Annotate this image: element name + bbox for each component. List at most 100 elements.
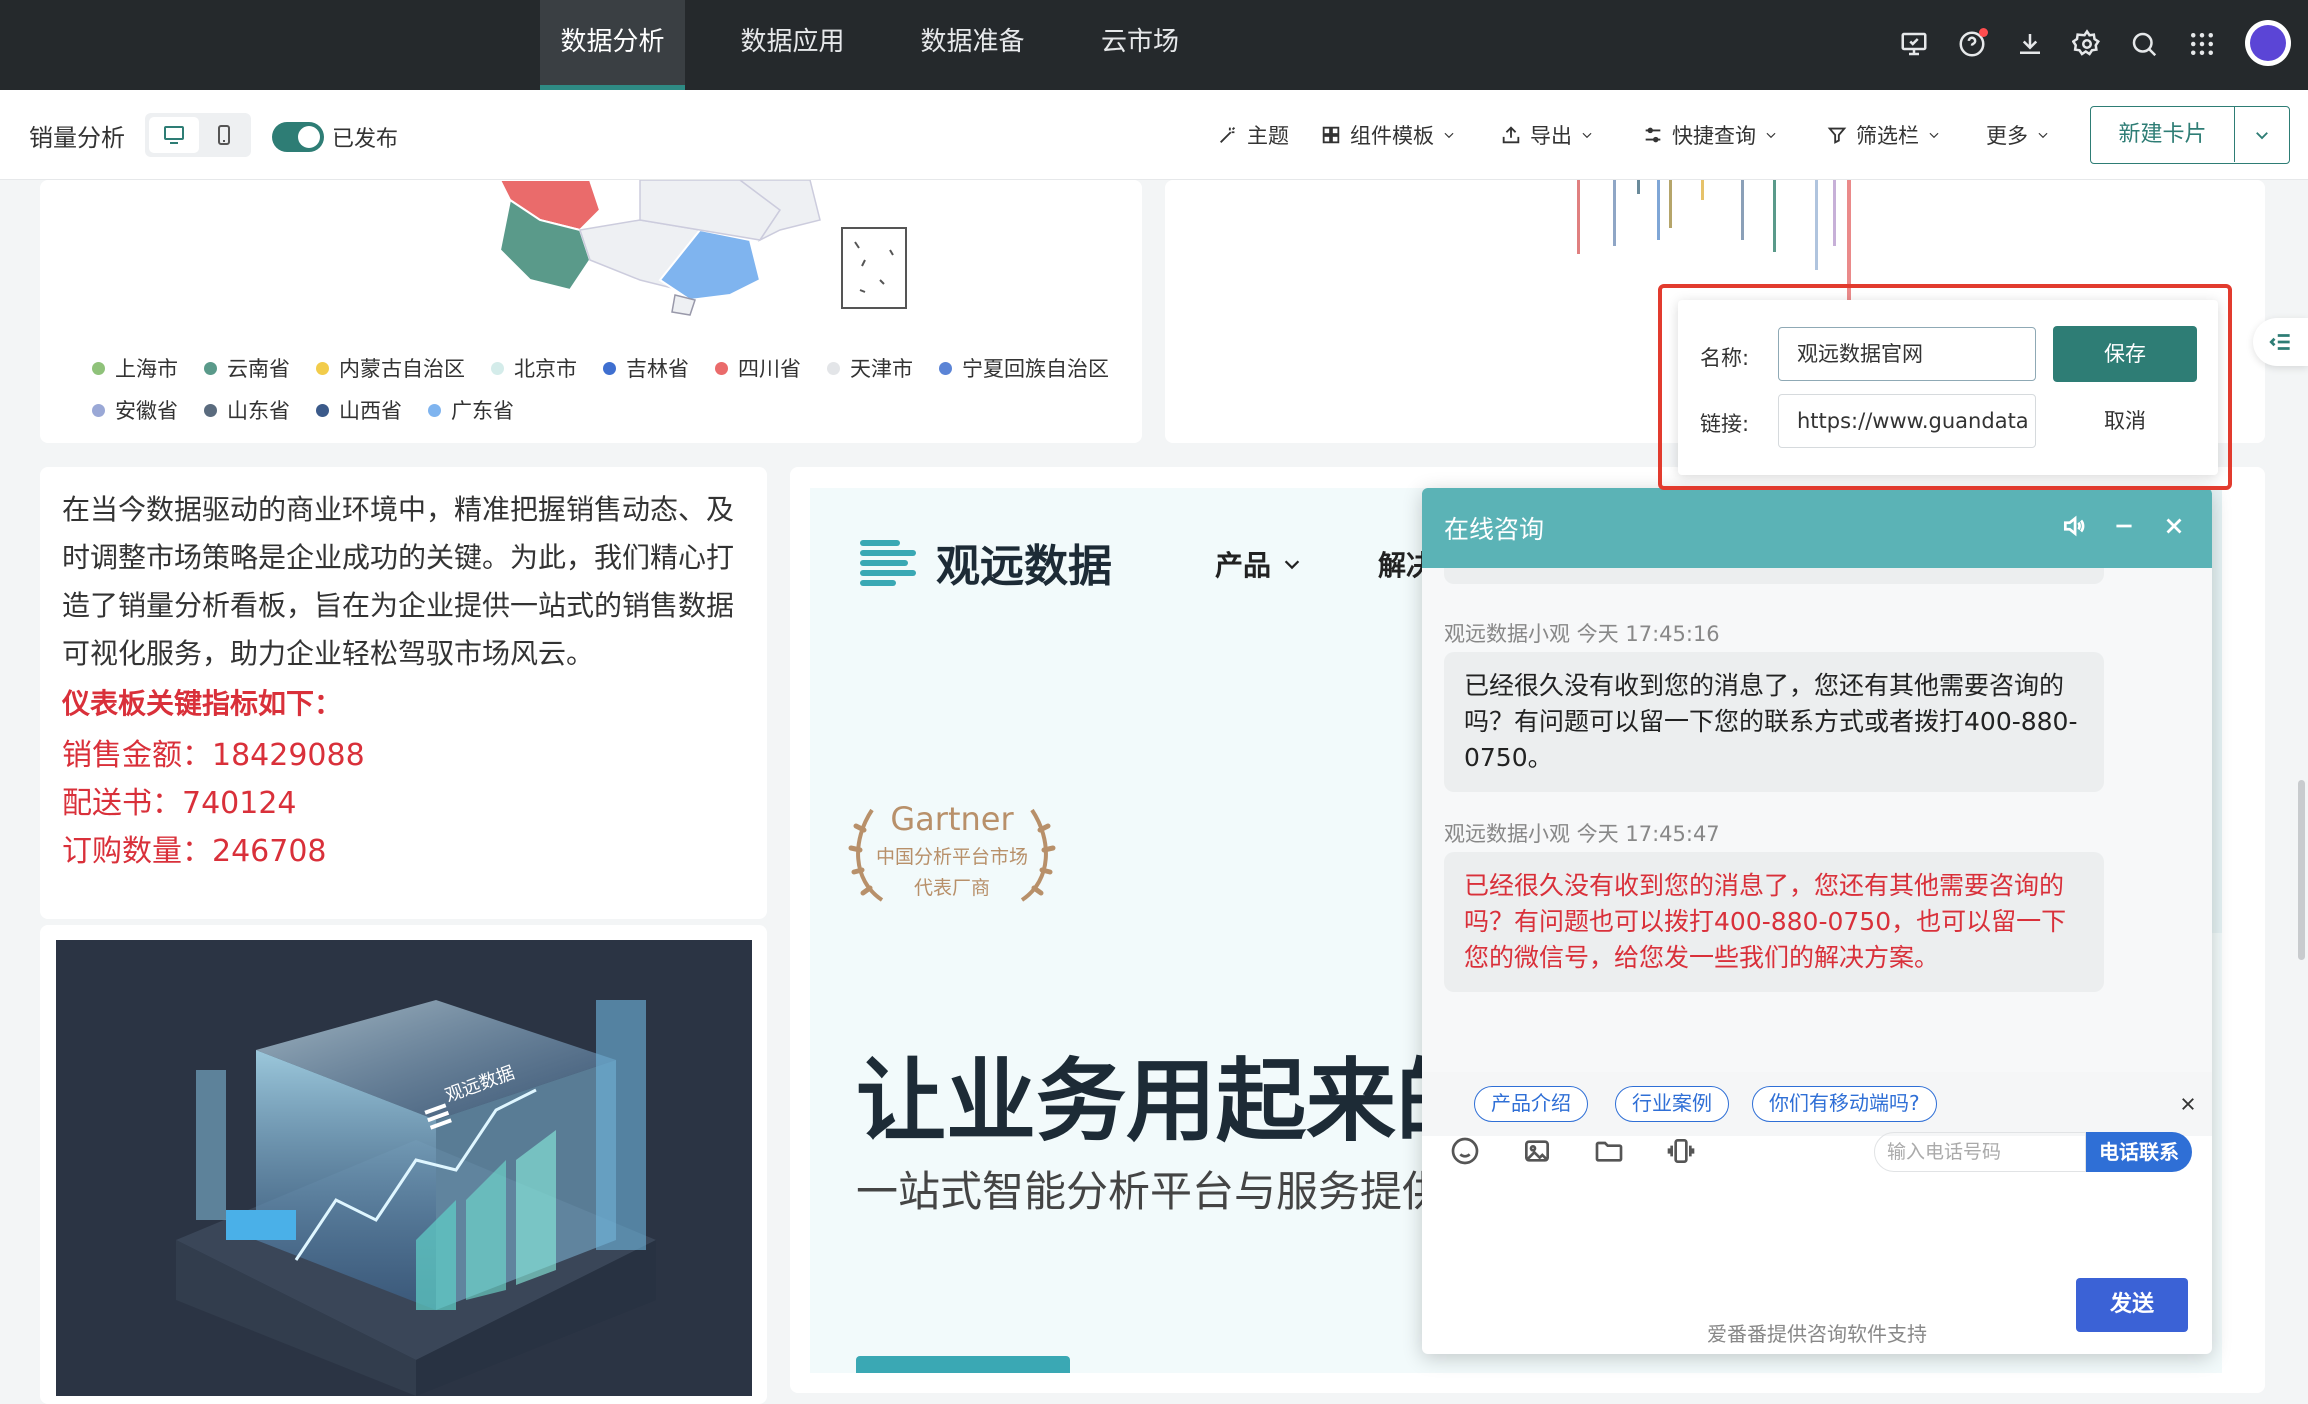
message-meta: 观远数据小观 今天 17:45:47 xyxy=(1444,822,1720,846)
legend-label: 北京市 xyxy=(514,357,577,381)
magic-wand-icon xyxy=(1220,127,1236,143)
close-quick-replies-icon[interactable] xyxy=(2174,1090,2202,1118)
legend-label: 云南省 xyxy=(227,357,290,381)
legend-item[interactable]: 内蒙古自治区 xyxy=(316,353,465,383)
tab-data-analysis[interactable]: 数据分析 xyxy=(540,0,685,90)
export-button[interactable]: 导出 xyxy=(1500,120,1594,150)
legend-item[interactable]: 吉林省 xyxy=(603,353,689,383)
word-cloud-term xyxy=(1637,180,1640,194)
legend-item[interactable]: 广东省 xyxy=(428,395,514,425)
page-scrollbar[interactable] xyxy=(2298,780,2305,960)
message-bubble: 已经很久没有收到您的消息了，您还有其他需要咨询的吗？有问题可以留一下您的联系方式… xyxy=(1444,652,2104,792)
legend-dot xyxy=(316,361,329,375)
website-nav-product[interactable]: 产品 xyxy=(1215,544,1303,584)
tab-data-application[interactable]: 数据应用 xyxy=(725,0,860,90)
filter-bar-label: 筛选栏 xyxy=(1856,124,1919,148)
desktop-view-button[interactable] xyxy=(149,117,199,153)
legend-dot xyxy=(715,361,728,375)
page-title: 销量分析 xyxy=(29,124,125,152)
legend-item[interactable]: 山西省 xyxy=(316,395,402,425)
message-meta: 观远数据小观 今天 17:45:16 xyxy=(1444,622,1720,646)
publish-label: 已发布 xyxy=(332,127,399,152)
folder-icon[interactable] xyxy=(1588,1130,1630,1172)
chevron-down-icon xyxy=(1929,132,1939,139)
component-template-button[interactable]: 组件模板 xyxy=(1320,120,1456,150)
export-label: 导出 xyxy=(1530,124,1572,148)
legend-dot xyxy=(92,361,105,375)
legend-label: 吉林省 xyxy=(626,357,689,381)
quick-reply-chip[interactable]: 产品介绍 xyxy=(1474,1086,1588,1122)
filter-bar-button[interactable]: 筛选栏 xyxy=(1826,120,1941,150)
kpi-order-quantity: 订购数量：246708 xyxy=(62,834,327,869)
emoji-icon[interactable] xyxy=(1444,1130,1486,1172)
quick-reply-chip[interactable]: 行业案例 xyxy=(1615,1086,1729,1122)
speaker-icon[interactable] xyxy=(2056,508,2092,544)
theme-button[interactable]: 主题 xyxy=(1217,120,1289,150)
powered-by-text: 爱番番提供咨询软件支持 xyxy=(1707,1322,1927,1346)
chat-title: 在线咨询 xyxy=(1444,515,1545,544)
laurel-wreath-icon xyxy=(848,808,1056,902)
new-card-dropdown[interactable] xyxy=(2235,107,2289,162)
chevron-down-icon xyxy=(2038,132,2048,139)
legend-dot xyxy=(428,403,441,417)
quick-reply-chip[interactable]: 你们有移动端吗? xyxy=(1752,1086,1937,1122)
phone-contact-button[interactable]: 电话联系 xyxy=(2086,1132,2192,1172)
sliders-icon xyxy=(1645,127,1661,143)
legend-row-2: 安徽省 山东省 山西省 广东省 xyxy=(92,395,1132,425)
tab-cloud-market[interactable]: 云市场 xyxy=(1085,0,1195,90)
website-brand-name: 观远数据 xyxy=(936,541,1112,592)
legend-label: 宁夏回族自治区 xyxy=(962,357,1109,381)
help-icon[interactable] xyxy=(1952,24,1992,64)
name-input[interactable]: 观远数据官网 xyxy=(1778,327,2036,381)
gear-icon[interactable] xyxy=(2067,24,2107,64)
cancel-button[interactable]: 取消 xyxy=(2053,393,2197,449)
template-icon xyxy=(1322,126,1340,144)
monitor-icon[interactable] xyxy=(1894,24,1934,64)
kpi-sales-amount: 销售金额：18429088 xyxy=(62,738,365,773)
word-cloud-term xyxy=(1669,180,1672,228)
publish-switch[interactable] xyxy=(272,122,324,152)
export-icon xyxy=(1502,126,1520,144)
china-map xyxy=(498,180,907,316)
download-icon[interactable] xyxy=(2010,24,2050,64)
phone-number-input[interactable]: 输入电话号码 xyxy=(1874,1132,2086,1172)
legend-item[interactable]: 云南省 xyxy=(204,353,290,383)
legend-item[interactable]: 安徽省 xyxy=(92,395,178,425)
legend-dot xyxy=(204,403,217,417)
link-input[interactable]: https://www.guandata xyxy=(1778,394,2036,448)
word-cloud-term xyxy=(1657,180,1660,240)
new-card-button[interactable]: 新建卡片 xyxy=(2091,107,2235,162)
legend-dot xyxy=(491,361,504,375)
word-cloud-term xyxy=(1833,180,1836,246)
legend-item[interactable]: 上海市 xyxy=(92,353,178,383)
search-icon[interactable] xyxy=(2124,24,2164,64)
website-brand[interactable]: 观远数据 xyxy=(856,530,1112,594)
quick-query-button[interactable]: 快捷查询 xyxy=(1642,120,1778,150)
save-button[interactable]: 保存 xyxy=(2053,326,2197,382)
name-label: 名称: xyxy=(1700,346,1750,370)
more-button[interactable]: 更多 xyxy=(1986,120,2050,150)
close-icon[interactable] xyxy=(2156,508,2192,544)
expand-panel-tab[interactable] xyxy=(2253,318,2308,366)
legend-item[interactable]: 北京市 xyxy=(491,353,577,383)
legend-item[interactable]: 天津市 xyxy=(827,353,913,383)
legend-dot xyxy=(939,361,952,375)
website-cta-button[interactable] xyxy=(856,1356,1070,1373)
minimize-icon[interactable] xyxy=(2106,508,2142,544)
chevron-down-icon xyxy=(1582,132,1592,139)
legend-label: 山东省 xyxy=(227,399,290,423)
image-icon[interactable] xyxy=(1516,1130,1558,1172)
tab-data-preparation[interactable]: 数据准备 xyxy=(905,0,1040,90)
legend-item[interactable]: 宁夏回族自治区 xyxy=(939,353,1109,383)
legend-item[interactable]: 四川省 xyxy=(715,353,801,383)
chat-header: 在线咨询 xyxy=(1422,488,2212,568)
apps-grid-icon[interactable] xyxy=(2182,24,2222,64)
user-avatar[interactable] xyxy=(2245,20,2291,66)
legend-label: 天津市 xyxy=(850,357,913,381)
map-legend: 上海市 云南省 内蒙古自治区 北京市 吉林省 四川省 天津市 宁夏回族自治区 安… xyxy=(92,353,1132,437)
mobile-view-button[interactable] xyxy=(199,117,249,153)
legend-label: 内蒙古自治区 xyxy=(339,357,465,381)
vibrate-icon[interactable] xyxy=(1660,1130,1702,1172)
website-hero-title: 让业务用起来的 xyxy=(856,1049,1486,1154)
legend-item[interactable]: 山东省 xyxy=(204,395,290,425)
